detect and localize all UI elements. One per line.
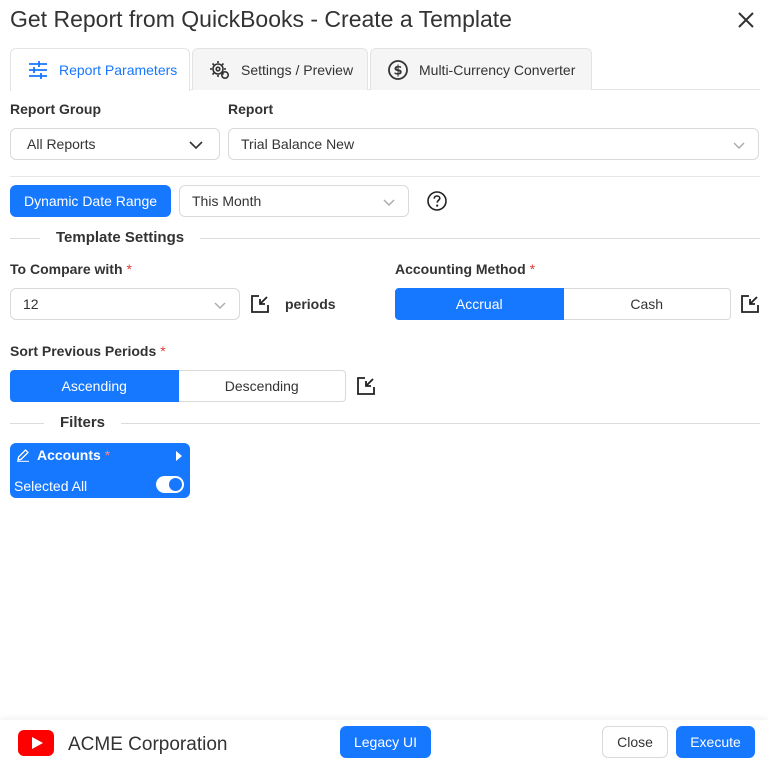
filters-title: Filters: [44, 414, 122, 431]
report-select[interactable]: Trial Balance New: [228, 128, 759, 160]
edit-expression-icon[interactable]: [356, 376, 376, 396]
dynamic-date-range-button[interactable]: Dynamic Date Range: [10, 185, 171, 217]
required-mark: *: [104, 447, 111, 463]
youtube-icon[interactable]: [18, 730, 54, 756]
report-label: Report: [228, 101, 274, 117]
accounting-method-label: Accounting Method *: [395, 261, 535, 277]
tab-bar: Report Parameters Settings / Preview $ M…: [10, 48, 760, 91]
divider: [10, 176, 760, 177]
dialog-title: Get Report from QuickBooks - Create a Te…: [10, 6, 512, 32]
close-icon[interactable]: [736, 9, 756, 31]
report-group-select[interactable]: All Reports: [10, 128, 220, 160]
compare-value: 12: [23, 296, 39, 312]
svg-text:$: $: [393, 63, 402, 78]
tab-settings-preview[interactable]: Settings / Preview: [192, 48, 368, 90]
accounting-method-toggle: Accrual Cash: [395, 288, 731, 320]
required-mark: *: [529, 261, 536, 277]
chevron-down-icon: [214, 302, 226, 309]
tab-label: Report Parameters: [59, 62, 178, 78]
execute-button[interactable]: Execute: [676, 726, 755, 758]
tab-label: Multi-Currency Converter: [419, 61, 576, 78]
compare-label: To Compare with *: [10, 261, 132, 277]
accounts-filter-card[interactable]: Accounts * Selected All: [10, 443, 190, 498]
footer-bar: ACME Corporation Legacy UI Close Execute: [0, 720, 768, 762]
compare-label-text: To Compare with: [10, 261, 123, 277]
report-value: Trial Balance New: [241, 136, 355, 152]
periods-suffix: periods: [285, 296, 336, 312]
date-range-value: This Month: [192, 193, 262, 209]
accounting-method-label-text: Accounting Method: [395, 261, 526, 277]
selected-all-toggle[interactable]: [156, 476, 184, 493]
legacy-ui-button[interactable]: Legacy UI: [340, 726, 431, 758]
accounts-filter-header: Accounts *: [16, 447, 110, 463]
edit-expression-icon[interactable]: [250, 294, 270, 314]
ascending-option[interactable]: Ascending: [10, 370, 179, 402]
sort-label-text: Sort Previous Periods: [10, 343, 157, 359]
required-mark: *: [160, 343, 166, 359]
tab-multi-currency-converter[interactable]: $ Multi-Currency Converter: [370, 48, 592, 90]
required-mark: *: [126, 261, 132, 277]
chevron-down-icon: [383, 199, 395, 206]
template-settings-title: Template Settings: [40, 229, 201, 246]
date-range-select[interactable]: This Month: [179, 185, 409, 217]
chevron-down-icon: [189, 141, 203, 150]
edit-expression-icon[interactable]: [740, 294, 760, 314]
cash-option[interactable]: Cash: [563, 288, 731, 320]
section-divider: [10, 423, 760, 424]
help-icon[interactable]: [426, 190, 448, 212]
dollar-icon: $: [387, 59, 409, 81]
chevron-down-icon: [733, 142, 745, 149]
sliders-icon: [27, 59, 49, 81]
sort-label: Sort Previous Periods *: [10, 343, 166, 359]
close-button[interactable]: Close: [602, 726, 668, 758]
expand-arrow-icon[interactable]: [176, 451, 182, 461]
company-name: ACME Corporation: [68, 734, 228, 755]
compare-periods-select[interactable]: 12: [10, 288, 240, 320]
report-group-label: Report Group: [10, 101, 101, 117]
tab-label: Settings / Preview: [241, 61, 354, 78]
gears-icon: [209, 59, 231, 81]
sort-order-toggle: Ascending Descending: [10, 370, 346, 402]
report-group-value: All Reports: [27, 136, 96, 152]
descending-option[interactable]: Descending: [178, 370, 346, 402]
accounts-status: Selected All: [14, 478, 88, 494]
accounts-label: Accounts: [37, 447, 101, 463]
accrual-option[interactable]: Accrual: [395, 288, 564, 320]
title-bar: Get Report from QuickBooks - Create a Te…: [0, 0, 768, 42]
pencil-icon[interactable]: [16, 448, 30, 462]
tab-report-parameters[interactable]: Report Parameters: [10, 48, 190, 91]
